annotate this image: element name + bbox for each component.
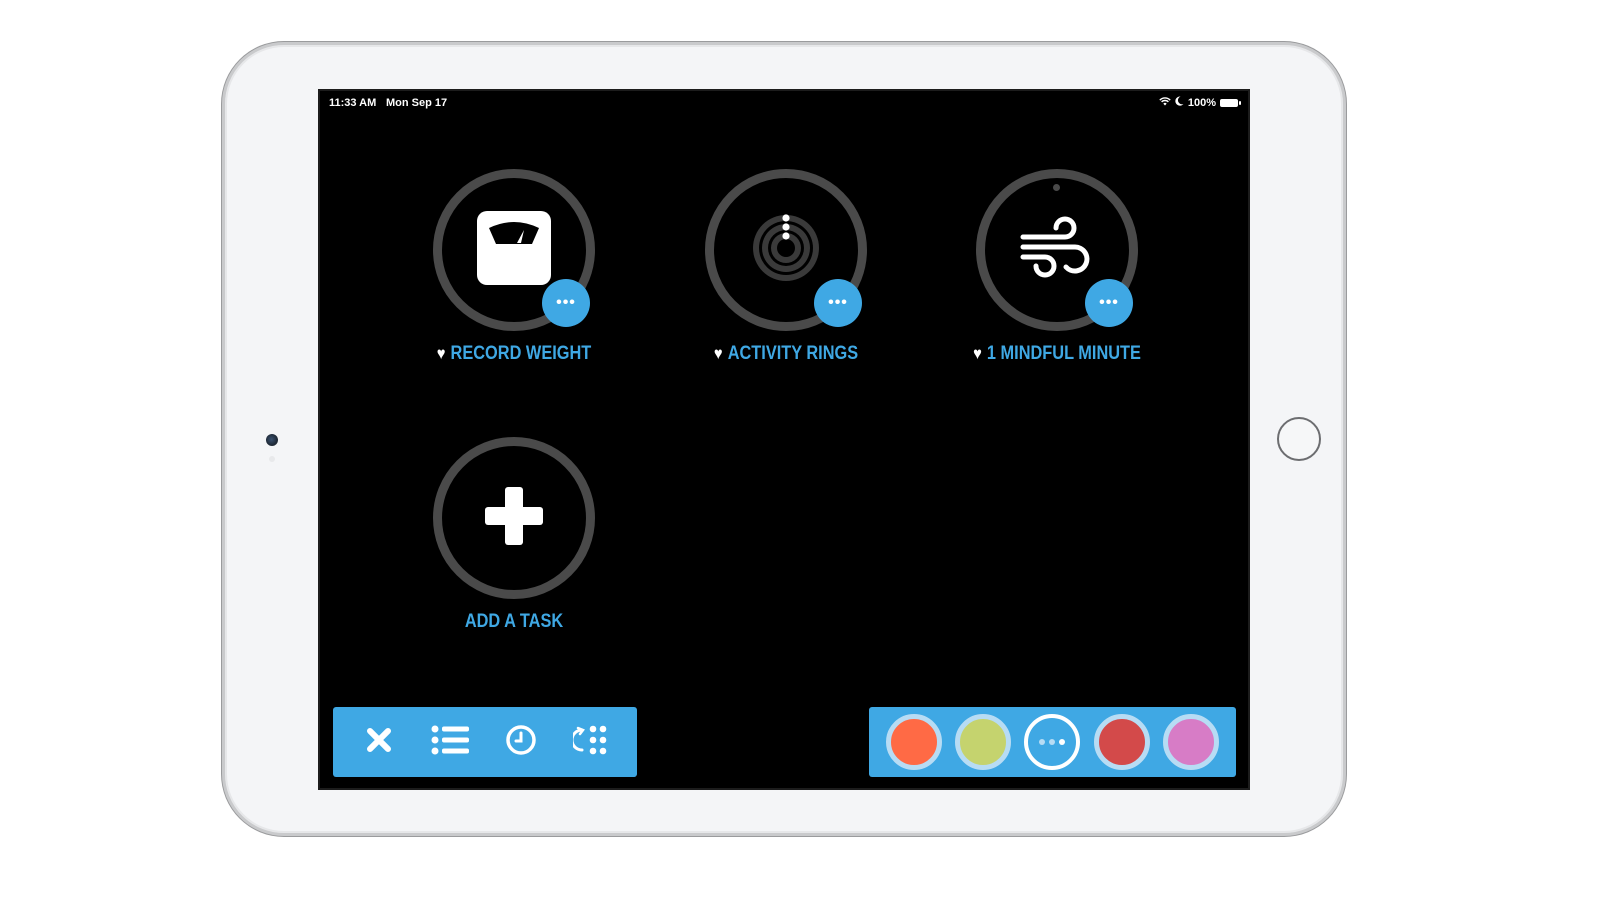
rearrange-grid-icon	[570, 725, 611, 760]
home-button[interactable]	[1277, 417, 1321, 461]
wind-icon	[1019, 213, 1095, 288]
moon-icon	[1175, 96, 1184, 109]
add-task-label: ADD A TASK	[464, 611, 564, 632]
status-bar: 11:33 AM Mon Sep 17 100%	[320, 91, 1248, 115]
task-label: ♥ ACTIVITY RINGS	[713, 343, 859, 364]
close-icon	[366, 727, 392, 758]
heart-icon: ♥	[973, 344, 982, 363]
battery-icon	[1220, 98, 1241, 107]
plus-icon	[483, 485, 545, 552]
dot-icon	[1039, 739, 1046, 745]
task-record-weight[interactable]: ••• ♥ RECORD WEIGHT	[404, 169, 624, 379]
heart-icon: ♥	[436, 344, 446, 363]
task-activity-rings[interactable]: ••• ♥ ACTIVITY RINGS	[676, 169, 896, 379]
wifi-icon	[1159, 96, 1171, 109]
task-mindful-minute[interactable]: ••• ♥ 1 MINDFUL MINUTE	[947, 169, 1167, 379]
more-colors-button[interactable]	[1024, 714, 1081, 770]
color-swatch-lime[interactable]	[955, 714, 1012, 770]
task-label: ♥ RECORD WEIGHT	[436, 343, 592, 364]
task-label: ♥ 1 MINDFUL MINUTE	[973, 343, 1141, 364]
dot-icon	[1049, 739, 1056, 745]
rearrange-button[interactable]	[568, 718, 616, 766]
heart-icon: ♥	[713, 344, 723, 363]
status-time: 11:33 AM	[329, 97, 377, 109]
dot-icon	[1059, 739, 1066, 745]
battery-percent: 100%	[1187, 96, 1216, 109]
add-task-ring[interactable]	[433, 437, 595, 599]
action-toolbar	[333, 707, 637, 777]
list-button[interactable]	[426, 718, 474, 766]
color-palette	[869, 707, 1236, 777]
scale-icon	[477, 210, 551, 290]
list-icon	[431, 725, 469, 760]
activity-rings-icon	[746, 208, 826, 293]
status-indicators: 100%	[1159, 96, 1241, 109]
color-swatch-pink[interactable]	[1163, 714, 1220, 770]
more-options-button[interactable]: •••	[1085, 279, 1133, 327]
status-date: Mon Sep 17	[386, 97, 448, 109]
add-task[interactable]: ADD A TASK	[404, 437, 624, 647]
color-swatch-red[interactable]	[1093, 714, 1150, 770]
close-button[interactable]	[355, 718, 403, 766]
more-options-button[interactable]: •••	[814, 279, 862, 327]
screen: 11:33 AM Mon Sep 17 100% ••• ♥ RECORD WE…	[318, 89, 1250, 790]
more-options-button[interactable]: •••	[542, 279, 590, 327]
front-sensor	[269, 456, 275, 462]
color-swatch-orange[interactable]	[885, 714, 942, 770]
front-camera	[266, 434, 278, 446]
schedule-button[interactable]	[497, 718, 545, 766]
clock-icon	[505, 724, 537, 761]
